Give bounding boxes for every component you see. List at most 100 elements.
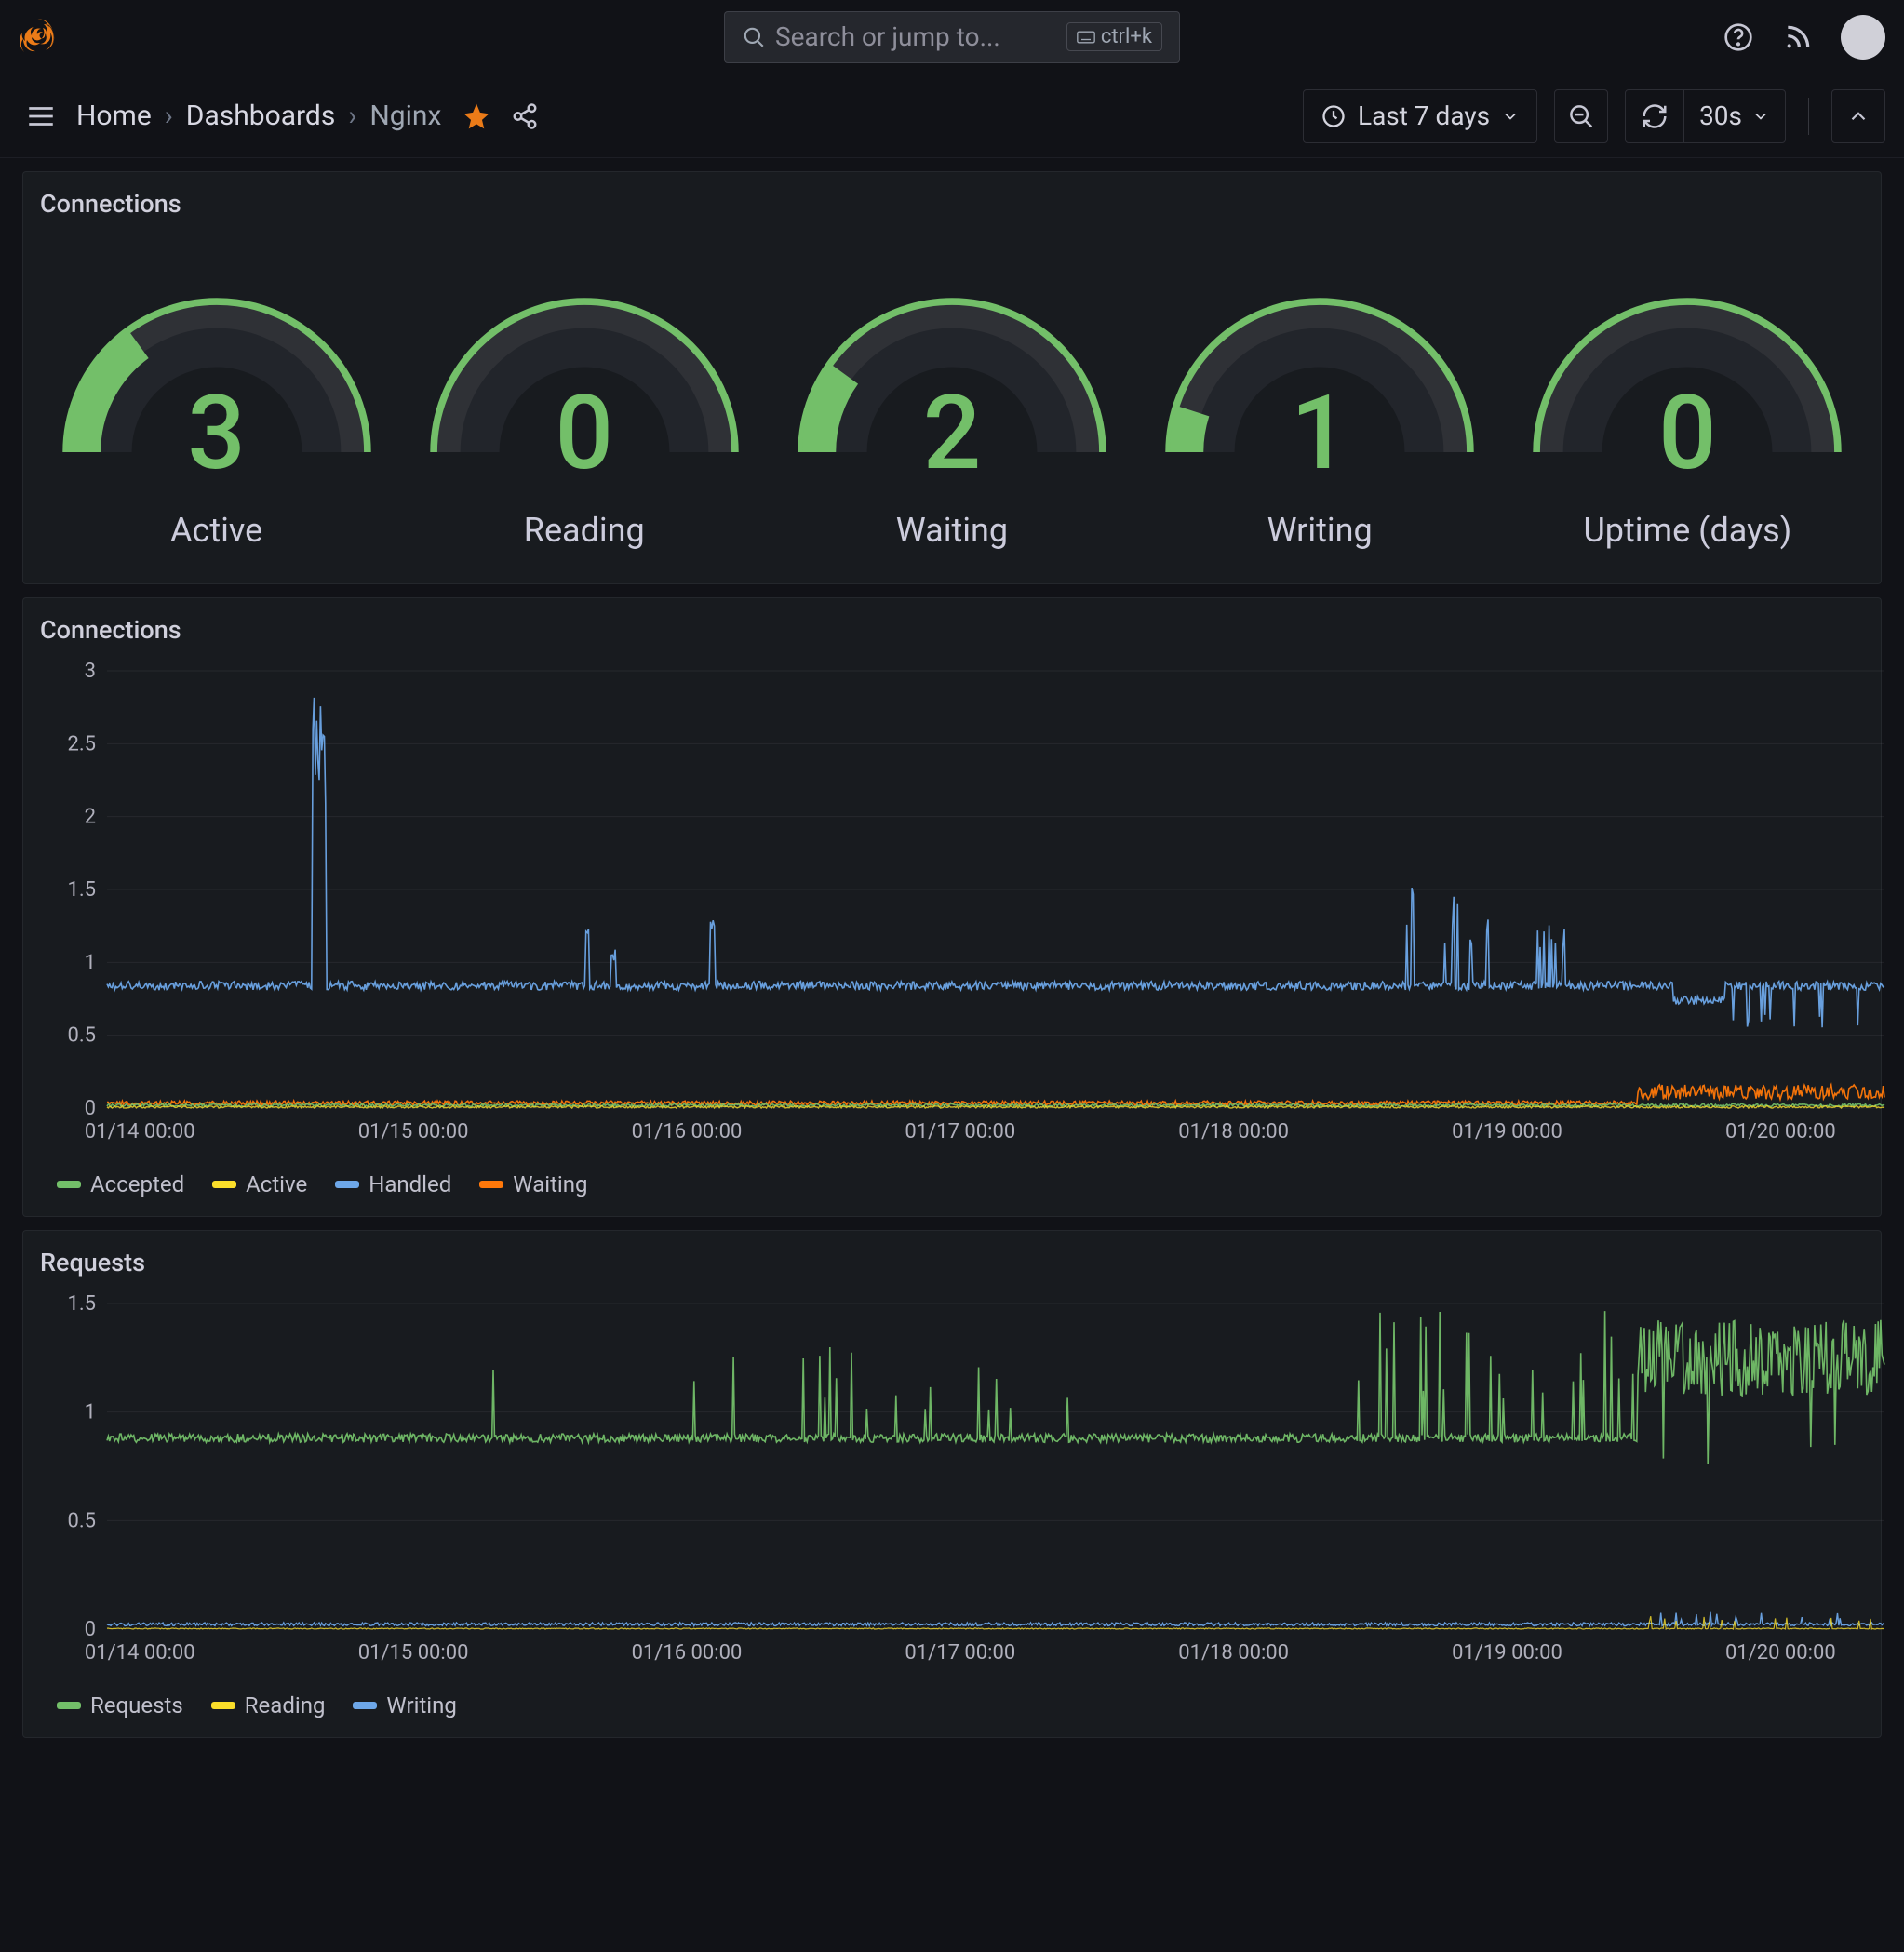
legend-label: Requests xyxy=(90,1692,183,1718)
clock-icon xyxy=(1321,103,1347,129)
legend-item[interactable]: Waiting xyxy=(479,1171,587,1197)
gauge-value: 1 xyxy=(1152,373,1487,493)
gauge-uptime-days-: 0 Uptime (days) xyxy=(1510,284,1864,550)
svg-text:01/14 00:00: 01/14 00:00 xyxy=(85,1641,195,1665)
top-bar: Search or jump to... ctrl+k xyxy=(0,0,1904,74)
svg-text:2.5: 2.5 xyxy=(67,732,96,755)
gauge-label: Waiting xyxy=(896,511,1008,550)
svg-text:0: 0 xyxy=(85,1097,96,1120)
legend-item[interactable]: Requests xyxy=(57,1692,183,1718)
svg-text:0: 0 xyxy=(85,1618,96,1641)
refresh-interval-select[interactable]: 30s xyxy=(1683,90,1785,142)
gauge-label: Active xyxy=(170,511,262,550)
svg-text:3: 3 xyxy=(85,662,96,683)
connections-chart: 00.511.522.5301/14 00:0001/15 00:0001/16… xyxy=(42,662,1894,1155)
svg-text:01/20 00:00: 01/20 00:00 xyxy=(1725,1641,1836,1665)
chart-legend: Requests Reading Writing xyxy=(23,1679,1881,1722)
svg-text:1: 1 xyxy=(85,951,96,974)
svg-text:0.5: 0.5 xyxy=(67,1024,96,1048)
global-search[interactable]: Search or jump to... ctrl+k xyxy=(724,11,1180,63)
legend-label: Writing xyxy=(386,1692,456,1718)
gauge-label: Uptime (days) xyxy=(1583,511,1791,550)
gauge-value: 2 xyxy=(784,373,1120,493)
breadcrumb: Home › Dashboards › Nginx xyxy=(76,100,441,132)
chevron-right-icon: › xyxy=(348,100,356,132)
legend-label: Handled xyxy=(369,1171,451,1197)
news-feed-icon[interactable] xyxy=(1781,20,1815,54)
legend-label: Active xyxy=(246,1171,307,1197)
panel-connections-gauges[interactable]: Connections 3 Active 0 Reading 2 Waiting 1 Writ… xyxy=(22,171,1882,584)
gauge-reading: 0 Reading xyxy=(408,284,761,550)
requests-chart: 0 0.5 1 1.5 01/14 00:00 01/15 00:00 01/16 00:0… xyxy=(42,1294,1894,1676)
svg-text:1: 1 xyxy=(85,1401,96,1424)
chevron-down-icon xyxy=(1751,107,1770,126)
legend-item[interactable]: Reading xyxy=(211,1692,326,1718)
breadcrumb-dashboards[interactable]: Dashboards xyxy=(186,100,336,132)
gauge-value: 0 xyxy=(417,373,752,493)
legend-item[interactable]: Active xyxy=(212,1171,307,1197)
collapse-top-button[interactable] xyxy=(1831,89,1885,143)
divider xyxy=(1808,98,1809,135)
legend-label: Reading xyxy=(245,1692,326,1718)
svg-text:01/14 00:00: 01/14 00:00 xyxy=(85,1120,195,1143)
refresh-icon xyxy=(1641,102,1669,130)
gauge-writing: 1 Writing xyxy=(1143,284,1496,550)
svg-text:0.5: 0.5 xyxy=(67,1509,96,1532)
svg-text:01/15 00:00: 01/15 00:00 xyxy=(358,1641,469,1665)
legend-swatch xyxy=(211,1702,235,1709)
gauge-value: 0 xyxy=(1520,373,1855,493)
favorite-star-icon[interactable] xyxy=(462,101,491,131)
zoom-out-button[interactable] xyxy=(1554,89,1608,143)
svg-text:01/15 00:00: 01/15 00:00 xyxy=(358,1120,469,1143)
panel-connections-timeseries[interactable]: Connections 00.511.522.5301/14 00:0001/1… xyxy=(22,597,1882,1217)
panel-title: Connections xyxy=(23,183,1881,228)
chevron-right-icon: › xyxy=(165,100,173,132)
svg-text:01/16 00:00: 01/16 00:00 xyxy=(632,1120,743,1143)
panel-requests-timeseries[interactable]: Requests 0 0.5 1 1.5 01/14 00:00 01/15 00:00 0… xyxy=(22,1230,1882,1738)
svg-text:01/17 00:00: 01/17 00:00 xyxy=(905,1641,1015,1665)
svg-text:01/16 00:00: 01/16 00:00 xyxy=(632,1641,743,1665)
chart-legend: Accepted Active Handled Waiting xyxy=(23,1158,1881,1201)
gauge-value: 3 xyxy=(49,373,384,493)
legend-swatch xyxy=(353,1702,377,1709)
share-icon[interactable] xyxy=(508,100,542,133)
svg-text:01/17 00:00: 01/17 00:00 xyxy=(905,1120,1015,1143)
svg-text:01/19 00:00: 01/19 00:00 xyxy=(1452,1120,1562,1143)
time-range-label: Last 7 days xyxy=(1358,100,1490,131)
legend-swatch xyxy=(57,1702,81,1709)
user-avatar[interactable] xyxy=(1841,15,1885,60)
legend-label: Waiting xyxy=(513,1171,587,1197)
dashboard-toolbar: Home › Dashboards › Nginx Last 7 days 30… xyxy=(0,74,1904,158)
gauge-active: 3 Active xyxy=(40,284,394,550)
legend-item[interactable]: Accepted xyxy=(57,1171,184,1197)
grafana-logo[interactable] xyxy=(19,18,74,57)
menu-toggle-button[interactable] xyxy=(19,94,63,139)
svg-text:01/18 00:00: 01/18 00:00 xyxy=(1178,1120,1289,1143)
search-shortcut-badge: ctrl+k xyxy=(1066,22,1162,51)
keyboard-icon xyxy=(1077,31,1095,44)
gauge-waiting: 2 Waiting xyxy=(775,284,1129,550)
search-icon xyxy=(742,25,766,49)
legend-swatch xyxy=(335,1181,359,1188)
gauge-label: Reading xyxy=(524,511,645,550)
breadcrumb-current: Nginx xyxy=(369,100,441,132)
chevron-down-icon xyxy=(1501,107,1520,126)
svg-text:01/18 00:00: 01/18 00:00 xyxy=(1178,1641,1289,1665)
svg-text:1.5: 1.5 xyxy=(67,1294,96,1316)
panel-title: Requests xyxy=(23,1242,1881,1287)
legend-swatch xyxy=(212,1181,236,1188)
help-icon[interactable] xyxy=(1722,20,1755,54)
gauge-label: Writing xyxy=(1267,511,1373,550)
svg-text:1.5: 1.5 xyxy=(67,878,96,902)
legend-item[interactable]: Handled xyxy=(335,1171,451,1197)
refresh-button[interactable] xyxy=(1626,90,1683,142)
svg-text:01/19 00:00: 01/19 00:00 xyxy=(1452,1641,1562,1665)
legend-label: Accepted xyxy=(90,1171,184,1197)
search-placeholder: Search or jump to... xyxy=(775,21,1057,52)
legend-item[interactable]: Writing xyxy=(353,1692,456,1718)
time-range-picker[interactable]: Last 7 days xyxy=(1303,89,1537,143)
breadcrumb-home[interactable]: Home xyxy=(76,100,152,132)
legend-swatch xyxy=(479,1181,503,1188)
chevron-up-icon xyxy=(1846,104,1870,128)
legend-swatch xyxy=(57,1181,81,1188)
